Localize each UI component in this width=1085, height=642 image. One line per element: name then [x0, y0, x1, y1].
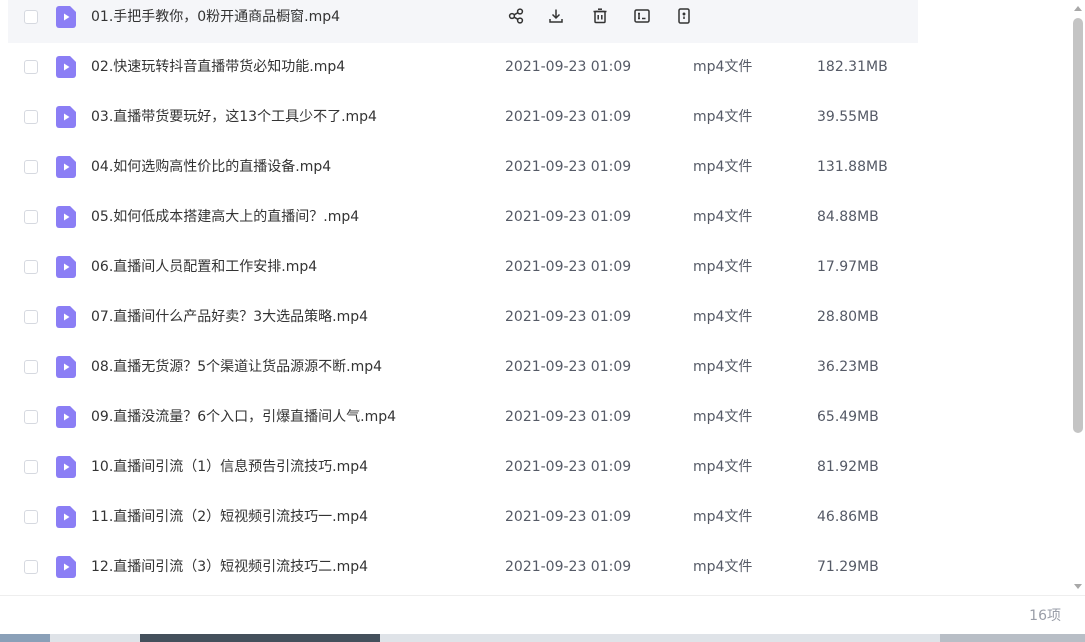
file-name[interactable]: 06.直播间人员配置和工作安排.mp4 [91, 257, 317, 277]
row-checkbox[interactable] [24, 160, 38, 174]
file-type: mp4文件 [693, 109, 753, 125]
row-checkbox[interactable] [24, 410, 38, 424]
file-row[interactable]: 11.直播间引流（2）短视频引流技巧一.mp4 2021-09-23 01:09 m… [8, 497, 918, 543]
file-size: 182.31MB [817, 59, 888, 75]
video-file-icon [56, 206, 76, 228]
file-type: mp4文件 [693, 59, 753, 75]
rename-icon[interactable] [631, 5, 653, 27]
file-name[interactable]: 03.直播带货要玩好，这13个工具少不了.mp4 [91, 107, 377, 127]
row-checkbox[interactable] [24, 10, 38, 24]
file-modified-date: 2021-09-23 01:09 [505, 109, 632, 125]
row-checkbox[interactable] [24, 460, 38, 474]
file-row[interactable]: 05.如何低成本搭建高大上的直播间？.mp4 2021-09-23 01:09 mp… [8, 197, 918, 243]
file-row[interactable]: 04.如何选购高性价比的直播设备.mp4 2021-09-23 01:09 mp4文… [8, 147, 918, 193]
file-row[interactable]: 10.直播间引流（1）信息预告引流技巧.mp4 2021-09-23 01:09 m… [8, 447, 918, 493]
list-footer: 16项 [0, 595, 1085, 635]
file-modified-date: 2021-09-23 01:09 [505, 209, 632, 225]
file-size: 65.49MB [817, 409, 879, 425]
scroll-up-arrow-icon[interactable] [1074, 6, 1082, 11]
row-checkbox[interactable] [24, 510, 38, 524]
file-modified-date: 2021-09-23 01:09 [505, 59, 632, 75]
row-checkbox[interactable] [24, 260, 38, 274]
video-file-icon [56, 6, 76, 28]
file-name[interactable]: 08.直播无货源？5个渠道让货品源源不断.mp4 [91, 357, 382, 377]
row-checkbox[interactable] [24, 110, 38, 124]
row-checkbox[interactable] [24, 560, 38, 574]
file-type: mp4文件 [693, 559, 753, 575]
file-type: mp4文件 [693, 359, 753, 375]
share-icon[interactable] [505, 5, 527, 27]
file-name[interactable]: 11.直播间引流（2）短视频引流技巧一.mp4 [91, 507, 368, 527]
file-row[interactable]: 12.直播间引流（3）短视频引流技巧二.mp4 2021-09-23 01:09 m… [8, 547, 918, 593]
file-size: 46.86MB [817, 509, 879, 525]
file-modified-date: 2021-09-23 01:09 [505, 359, 632, 375]
file-size: 71.29MB [817, 559, 879, 575]
file-list: 01.手把手教你，0粉开通商品橱窗.mp4 02.快速玩转抖音直播带货必知功能.m… [0, 0, 1070, 595]
file-type: mp4文件 [693, 259, 753, 275]
more-icon[interactable] [673, 5, 695, 27]
row-checkbox[interactable] [24, 60, 38, 74]
video-file-icon [56, 556, 76, 578]
file-modified-date: 2021-09-23 01:09 [505, 409, 632, 425]
file-row[interactable]: 08.直播无货源？5个渠道让货品源源不断.mp4 2021-09-23 01:09… [8, 347, 918, 393]
file-size: 17.97MB [817, 259, 879, 275]
file-row[interactable]: 02.快速玩转抖音直播带货必知功能.mp4 2021-09-23 01:09 mp4… [8, 47, 918, 93]
scrollbar-thumb[interactable] [1073, 18, 1083, 433]
file-modified-date: 2021-09-23 01:09 [505, 559, 632, 575]
file-size: 81.92MB [817, 459, 879, 475]
file-name[interactable]: 04.如何选购高性价比的直播设备.mp4 [91, 157, 331, 177]
row-checkbox[interactable] [24, 310, 38, 324]
file-name[interactable]: 02.快速玩转抖音直播带货必知功能.mp4 [91, 57, 345, 77]
file-size: 39.55MB [817, 109, 879, 125]
file-name[interactable]: 07.直播间什么产品好卖？3大选品策略.mp4 [91, 307, 368, 327]
vertical-scrollbar[interactable] [1071, 0, 1085, 595]
file-name[interactable]: 05.如何低成本搭建高大上的直播间？.mp4 [91, 207, 359, 227]
file-name[interactable]: 01.手把手教你，0粉开通商品橱窗.mp4 [91, 7, 340, 27]
file-name[interactable]: 10.直播间引流（1）信息预告引流技巧.mp4 [91, 457, 368, 477]
video-file-icon [56, 306, 76, 328]
delete-icon[interactable] [589, 5, 611, 27]
file-row[interactable]: 03.直播带货要玩好，这13个工具少不了.mp4 2021-09-23 01:09… [8, 97, 918, 143]
row-checkbox[interactable] [24, 360, 38, 374]
file-modified-date: 2021-09-23 01:09 [505, 509, 632, 525]
desktop-strip-segment [0, 634, 50, 642]
file-size: 84.88MB [817, 209, 879, 225]
file-size: 131.88MB [817, 159, 888, 175]
file-modified-date: 2021-09-23 01:09 [505, 259, 632, 275]
video-file-icon [56, 106, 76, 128]
file-type: mp4文件 [693, 309, 753, 325]
file-row[interactable]: 01.手把手教你，0粉开通商品橱窗.mp4 [8, 0, 918, 43]
file-row[interactable]: 09.直播没流量？6个入口，引爆直播间人气.mp4 2021-09-23 01:0… [8, 397, 918, 443]
file-row[interactable]: 07.直播间什么产品好卖？3大选品策略.mp4 2021-09-23 01:09 m… [8, 297, 918, 343]
video-file-icon [56, 56, 76, 78]
file-size: 28.80MB [817, 309, 879, 325]
video-file-icon [56, 506, 76, 528]
video-file-icon [56, 256, 76, 278]
file-row[interactable]: 06.直播间人员配置和工作安排.mp4 2021-09-23 01:09 mp4文件… [8, 247, 918, 293]
download-icon[interactable] [545, 5, 567, 27]
file-name[interactable]: 12.直播间引流（3）短视频引流技巧二.mp4 [91, 557, 368, 577]
desktop-strip-segment [940, 634, 1085, 642]
video-file-icon [56, 406, 76, 428]
file-size: 36.23MB [817, 359, 879, 375]
file-name[interactable]: 09.直播没流量？6个入口，引爆直播间人气.mp4 [91, 407, 396, 427]
desktop-strip [0, 634, 1085, 642]
scroll-down-arrow-icon[interactable] [1074, 584, 1082, 589]
file-modified-date: 2021-09-23 01:09 [505, 159, 632, 175]
file-browser: 01.手把手教你，0粉开通商品橱窗.mp4 02.快速玩转抖音直播带货必知功能.m… [0, 0, 1085, 642]
file-type: mp4文件 [693, 209, 753, 225]
file-type: mp4文件 [693, 509, 753, 525]
desktop-strip-segment [140, 634, 380, 642]
file-type: mp4文件 [693, 159, 753, 175]
row-checkbox[interactable] [24, 210, 38, 224]
item-count: 16项 [1029, 608, 1061, 624]
video-file-icon [56, 456, 76, 478]
file-type: mp4文件 [693, 459, 753, 475]
file-type: mp4文件 [693, 409, 753, 425]
video-file-icon [56, 156, 76, 178]
video-file-icon [56, 356, 76, 378]
file-modified-date: 2021-09-23 01:09 [505, 459, 632, 475]
file-modified-date: 2021-09-23 01:09 [505, 309, 632, 325]
